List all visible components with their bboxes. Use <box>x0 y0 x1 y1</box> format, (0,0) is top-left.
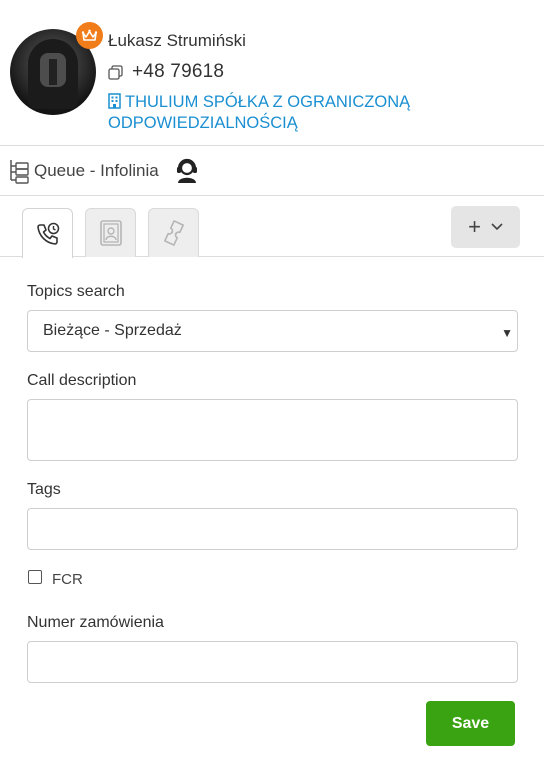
tab-ticket[interactable] <box>148 208 199 257</box>
fcr-label: FCR <box>52 571 83 588</box>
dropdown-caret-icon: ▼ <box>501 326 513 340</box>
tags-input[interactable] <box>27 508 518 550</box>
building-icon <box>108 93 121 109</box>
order-number-input[interactable] <box>27 641 518 683</box>
chevron-down-icon <box>491 223 503 231</box>
add-tab-button[interactable]: + <box>451 206 520 248</box>
queue-bar: Queue - Infolinia <box>0 146 544 196</box>
phone-number[interactable]: +48 79618 <box>132 61 224 83</box>
phone-row: +48 79618 <box>108 61 224 83</box>
agent-headset-icon <box>175 158 199 184</box>
phone-call-icon <box>36 222 59 245</box>
plus-icon: + <box>468 214 481 239</box>
vip-badge <box>76 22 103 49</box>
call-description-label: Call description <box>27 372 137 389</box>
tab-contact-card[interactable] <box>85 208 136 257</box>
company-link[interactable]: THULIUM SPÓŁKA Z OGRANICZONĄ ODPOWIEDZIA… <box>108 92 428 134</box>
queue-label: Queue - Infolinia <box>34 160 159 180</box>
tab-bar: + <box>0 196 544 258</box>
call-description-field[interactable] <box>27 399 518 461</box>
queue-tree-icon <box>10 159 29 184</box>
topics-select[interactable]: Bieżące - Sprzedaż ▼ <box>27 310 518 352</box>
fcr-checkbox[interactable] <box>28 570 42 584</box>
ticket-icon <box>163 220 184 246</box>
topics-label: Topics search <box>27 283 125 300</box>
avatar-mask <box>49 59 57 85</box>
order-number-label: Numer zamówienia <box>27 614 164 631</box>
save-button[interactable]: Save <box>426 701 515 746</box>
contact-header: Łukasz Strumiński +48 79618 THULIUM SPÓŁ… <box>0 0 544 146</box>
tags-label: Tags <box>27 481 61 498</box>
copy-icon[interactable] <box>108 64 123 80</box>
company-name[interactable]: THULIUM SPÓŁKA Z OGRANICZONĄ ODPOWIEDZIA… <box>108 93 410 132</box>
topics-selected-value: Bieżące - Sprzedaż <box>43 322 182 339</box>
contact-name: Łukasz Strumiński <box>108 31 246 50</box>
tab-call[interactable] <box>22 208 73 258</box>
crown-icon <box>81 29 98 41</box>
contact-card-icon <box>99 220 122 246</box>
